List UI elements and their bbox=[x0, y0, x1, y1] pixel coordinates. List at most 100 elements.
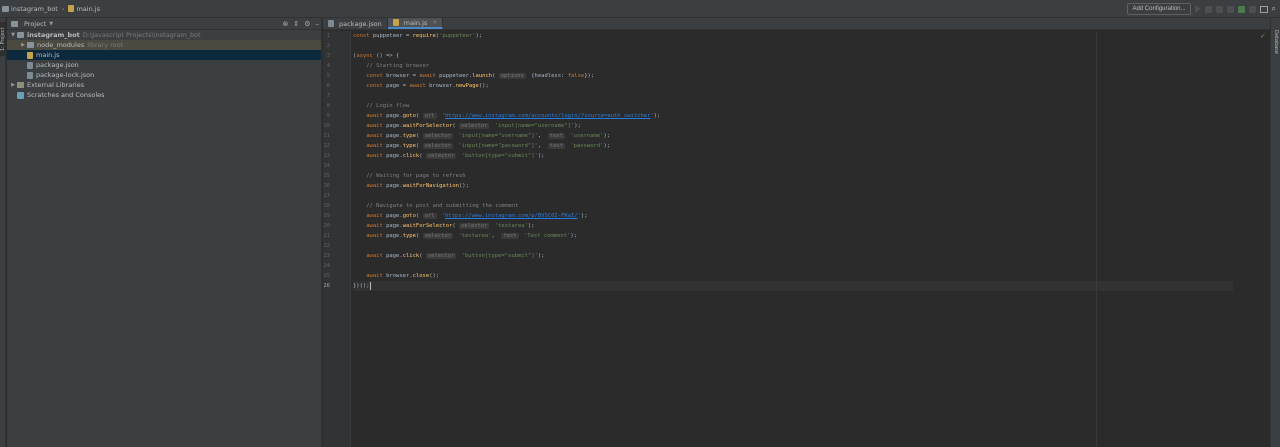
left-tool-stripe: 1: Project bbox=[0, 18, 6, 447]
tree-item-note: D:\Javascript Projects\instagram_bot bbox=[82, 31, 201, 39]
code-line[interactable]: await page.type( selector 'input[name="u… bbox=[353, 131, 1233, 141]
code-line[interactable]: await page.goto( url 'https://www.instag… bbox=[353, 211, 1233, 221]
project-tool-button[interactable]: 1: Project bbox=[0, 22, 6, 56]
tree-item[interactable]: main.js bbox=[7, 50, 321, 60]
code-line[interactable]: // Navigate to post and submitting the c… bbox=[353, 201, 1233, 211]
editor-tab[interactable]: package.json bbox=[323, 18, 388, 29]
code-line[interactable]: // Login flow bbox=[353, 101, 1233, 111]
line-number: 13 bbox=[323, 153, 330, 159]
tree-item-label: instagram_bot bbox=[27, 31, 80, 39]
line-number: 3 bbox=[326, 53, 330, 59]
editor-tabs: package.json main.js × bbox=[323, 18, 1270, 30]
js-file-icon bbox=[68, 5, 75, 12]
code-line[interactable] bbox=[353, 191, 1233, 201]
build-icon[interactable] bbox=[1237, 5, 1245, 13]
line-number: 7 bbox=[326, 93, 330, 99]
code-line[interactable]: })(); bbox=[353, 281, 1233, 291]
tree-item[interactable]: Scratches and Consoles bbox=[7, 90, 321, 100]
code-editor[interactable]: const puppeteer = require('puppeteer'); (… bbox=[353, 31, 1233, 447]
breadcrumb-project[interactable]: instagram_bot bbox=[11, 5, 58, 13]
tree-item[interactable]: ▼ instagram_bot D:\Javascript Projects\ins… bbox=[7, 30, 321, 40]
tree-item[interactable]: package-lock.json bbox=[7, 70, 321, 80]
project-panel-title: Project bbox=[24, 19, 47, 28]
js-file-icon bbox=[27, 51, 33, 59]
gear-icon[interactable]: ⚙ bbox=[304, 20, 310, 28]
debug-icon[interactable] bbox=[1204, 5, 1212, 13]
profile-icon[interactable] bbox=[1226, 5, 1234, 13]
line-number: 12 bbox=[323, 143, 330, 149]
close-icon[interactable]: × bbox=[432, 19, 437, 26]
hide-panel-icon[interactable]: – bbox=[316, 20, 320, 28]
expanded-arrow-icon[interactable]: ▼ bbox=[9, 32, 17, 38]
add-configuration-button[interactable]: Add Configuration... bbox=[1127, 3, 1191, 15]
line-number: 4 bbox=[326, 63, 330, 69]
line-number: 15 bbox=[323, 173, 330, 179]
tree-item-note: library root bbox=[87, 41, 124, 49]
right-margin-guide bbox=[1096, 31, 1097, 447]
code-line[interactable]: await page.waitForSelector( selector 'in… bbox=[353, 121, 1233, 131]
breadcrumb-separator: › bbox=[61, 4, 65, 13]
tree-item[interactable]: package.json bbox=[7, 60, 321, 70]
code-line[interactable]: await page.click( selector 'button[type=… bbox=[353, 251, 1233, 261]
coverage-icon[interactable] bbox=[1215, 5, 1223, 13]
code-line[interactable] bbox=[353, 161, 1233, 171]
project-structure-icon[interactable] bbox=[1259, 5, 1268, 13]
project-tree: ▼ instagram_bot D:\Javascript Projects\ins… bbox=[7, 30, 321, 100]
right-tool-stripe: Database bbox=[1270, 18, 1280, 447]
line-number: 1 bbox=[326, 33, 330, 39]
code-line[interactable]: await browser.close(); bbox=[353, 271, 1233, 281]
code-line[interactable]: await page.waitForNavigation(); bbox=[353, 181, 1233, 191]
folder-icon bbox=[17, 32, 24, 38]
breadcrumb: instagram_bot › main.js bbox=[0, 0, 100, 18]
line-number: 14 bbox=[323, 163, 330, 169]
line-number: 23 bbox=[323, 253, 330, 259]
code-line[interactable] bbox=[353, 41, 1233, 51]
tree-item-label: External Libraries bbox=[27, 81, 85, 89]
locate-file-icon[interactable]: ⊗ bbox=[282, 20, 288, 28]
code-line[interactable]: await page.waitForSelector( selector 'te… bbox=[353, 221, 1233, 231]
code-line[interactable]: (async () => { bbox=[353, 51, 1233, 61]
editor-tab[interactable]: main.js × bbox=[387, 18, 444, 29]
run-toolbar: Add Configuration... ⌕ bbox=[1127, 0, 1280, 18]
tree-item-label: Scratches and Consoles bbox=[27, 91, 105, 99]
collapsed-arrow-icon[interactable]: ▶ bbox=[9, 82, 17, 88]
editor-tab-label: package.json bbox=[339, 19, 382, 28]
code-line[interactable]: const puppeteer = require('puppeteer'); bbox=[353, 31, 1233, 41]
json-file-icon bbox=[27, 71, 33, 79]
search-icon[interactable]: ⌕ bbox=[1272, 4, 1276, 14]
code-line[interactable]: await page.click( selector 'button[type=… bbox=[353, 151, 1233, 161]
code-line[interactable]: await page.type( selector 'input[name="p… bbox=[353, 141, 1233, 151]
code-line[interactable] bbox=[353, 91, 1233, 101]
title-bar: instagram_bot › main.js Add Configuratio… bbox=[0, 0, 1280, 18]
code-line[interactable]: await page.goto( url 'https://www.instag… bbox=[353, 111, 1233, 121]
library-icon bbox=[17, 82, 24, 88]
code-line[interactable] bbox=[353, 241, 1233, 251]
line-number: 25 bbox=[323, 273, 330, 279]
js-file-icon bbox=[392, 19, 399, 26]
tree-item[interactable]: ▶ node_modules library root bbox=[7, 40, 321, 50]
line-number-gutter: 1 2 3 4 5 6 7 8 9 10 11 12 13 14 15 16 17 18 19 20 21 22 23 24 2… bbox=[323, 31, 351, 447]
collapsed-arrow-icon[interactable]: ▶ bbox=[19, 42, 27, 48]
scratch-icon bbox=[17, 91, 24, 99]
run-icon[interactable] bbox=[1194, 5, 1201, 13]
breadcrumb-file[interactable]: main.js bbox=[76, 5, 100, 13]
code-line[interactable]: const browser = await puppeteer.launch( … bbox=[353, 71, 1233, 81]
database-tool-button[interactable]: Database bbox=[1273, 30, 1279, 54]
stop-icon[interactable] bbox=[1248, 5, 1256, 13]
chevron-down-icon: ▼ bbox=[49, 20, 54, 27]
project-view-selector[interactable]: Project ▼ bbox=[11, 20, 53, 28]
collapse-all-icon[interactable]: ⇕ bbox=[293, 20, 299, 28]
line-number: 11 bbox=[323, 133, 330, 139]
tree-item[interactable]: ▶ External Libraries bbox=[7, 80, 321, 90]
code-line[interactable] bbox=[353, 261, 1233, 271]
project-panel: Project ▼ ⊗ ⇕ ⚙ – ▼ instagram_bot D:\Javas… bbox=[7, 18, 322, 447]
tree-item-label: package-lock.json bbox=[36, 71, 95, 79]
code-line[interactable]: // Waiting for page to refresh bbox=[353, 171, 1233, 181]
code-line[interactable]: // Starting browser bbox=[353, 61, 1233, 71]
editor-tab-label: main.js bbox=[403, 18, 428, 27]
code-line[interactable]: await page.type( selector 'textarea', te… bbox=[353, 231, 1233, 241]
inspection-ok-icon[interactable]: ✓ bbox=[1260, 32, 1266, 40]
line-number: 16 bbox=[323, 183, 330, 189]
line-number: 26 bbox=[323, 283, 330, 289]
code-line[interactable]: const page = await browser.newPage(); bbox=[353, 81, 1233, 91]
